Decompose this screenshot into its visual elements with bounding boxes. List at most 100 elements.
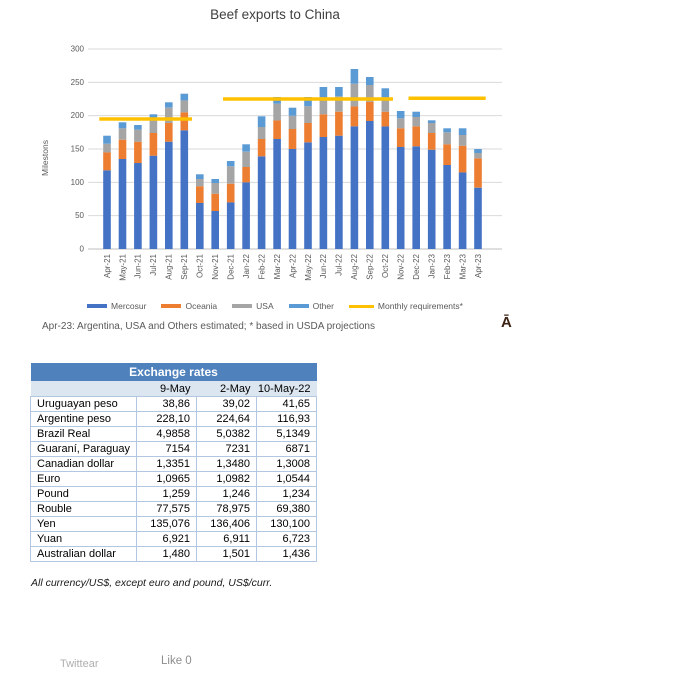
rate-value: 1,436	[257, 547, 317, 562]
bar-segment-other	[335, 87, 343, 96]
x-tick-label: Aug-22	[350, 253, 359, 279]
bar-segment-usa	[196, 179, 204, 186]
currency-label: Uruguayan peso	[31, 397, 137, 412]
y-tick-label: 0	[80, 245, 85, 254]
bar-segment-other	[474, 149, 482, 153]
bar-segment-mercosur	[196, 203, 204, 249]
currency-label: Yuan	[31, 532, 137, 547]
bar-segment-mercosur	[320, 137, 328, 249]
bar-segment-oceania	[119, 140, 127, 159]
x-tick-label: Jan-23	[428, 253, 437, 278]
bar-segment-usa	[397, 118, 405, 128]
rate-value: 130,100	[257, 517, 317, 532]
rate-value: 1,259	[137, 487, 197, 502]
bar-segment-oceania	[382, 112, 390, 127]
rate-value: 5,1349	[257, 427, 317, 442]
bar-segment-mercosur	[366, 121, 374, 249]
bar-segment-mercosur	[165, 142, 173, 249]
bar-segment-mercosur	[134, 163, 142, 249]
x-tick-label: Dec-21	[227, 253, 236, 279]
legend-item-other: Other	[289, 301, 334, 311]
x-tick-label: Jan-22	[242, 253, 251, 278]
x-tick-label: Jul-22	[335, 253, 344, 275]
bar-segment-usa	[459, 135, 467, 146]
bar-segment-oceania	[165, 123, 173, 142]
bar-segment-other	[289, 108, 297, 116]
bar-segment-oceania	[103, 152, 111, 170]
bar-segment-other	[412, 112, 420, 117]
bar-segment-oceania	[412, 126, 420, 146]
bar-segment-other	[397, 111, 405, 118]
bar-segment-other	[242, 144, 250, 151]
like-button[interactable]: Like 0	[161, 655, 192, 667]
legend-item-usa: USA	[232, 301, 273, 311]
rate-value: 116,93	[257, 412, 317, 427]
bar-segment-usa	[258, 127, 266, 139]
column-header: 9-May	[137, 381, 197, 397]
bar-segment-other	[103, 136, 111, 144]
rate-value: 224,64	[197, 412, 257, 427]
bar-segment-oceania	[304, 123, 312, 142]
rate-value: 1,3480	[197, 457, 257, 472]
legend-color-swatch	[232, 304, 252, 308]
column-header: 2-May	[197, 381, 257, 397]
y-tick-label: 250	[71, 78, 85, 87]
bar-segment-mercosur	[227, 202, 235, 249]
rate-value: 1,480	[137, 547, 197, 562]
bar-segment-oceania	[351, 106, 359, 126]
rate-value: 1,0965	[137, 472, 197, 487]
bar-segment-mercosur	[181, 130, 189, 249]
legend-item-oceania: Oceania	[161, 301, 217, 311]
bar-segment-other	[382, 88, 390, 97]
bar-segment-other	[366, 77, 374, 85]
bar-segment-oceania	[459, 146, 467, 173]
legend-item-mercosur: Mercosur	[87, 301, 146, 311]
rate-value: 6,723	[257, 532, 317, 547]
table-title-row: Exchange rates	[31, 363, 317, 381]
bar-segment-usa	[150, 120, 158, 133]
x-tick-label: Aug-21	[165, 253, 174, 279]
x-tick-label: Jun-21	[134, 253, 143, 278]
legend-label: Other	[313, 301, 334, 311]
x-tick-label: Apr-22	[288, 253, 297, 278]
bar-segment-mercosur	[289, 149, 297, 249]
rate-value: 6871	[257, 442, 317, 457]
table-row: Rouble77,57578,97569,380	[31, 502, 317, 517]
rate-value: 38,86	[137, 397, 197, 412]
bar-segment-other	[320, 87, 328, 97]
legend-label: Mercosur	[111, 301, 146, 311]
bar-segment-other	[443, 128, 451, 132]
y-tick-label: 150	[71, 145, 85, 154]
x-tick-label: Nov-22	[397, 253, 406, 279]
x-tick-label: Dec-22	[412, 253, 421, 279]
bar-segment-oceania	[397, 128, 405, 147]
currency-label: Brazil Real	[31, 427, 137, 442]
rate-value: 5,0382	[197, 427, 257, 442]
rate-value: 7154	[137, 442, 197, 457]
legend-color-swatch	[161, 304, 181, 308]
chart-title: Beef exports to China	[40, 7, 510, 22]
bar-segment-other	[134, 125, 142, 130]
bar-segment-oceania	[443, 144, 451, 165]
bar-segment-usa	[119, 128, 127, 139]
x-tick-label: Nov-21	[211, 253, 220, 279]
bar-segment-other	[459, 128, 467, 135]
bar-segment-mercosur	[258, 156, 266, 249]
bar-segment-oceania	[273, 120, 281, 139]
bar-segment-mercosur	[397, 147, 405, 249]
bar-segment-oceania	[242, 167, 250, 182]
currency-label: Australian dollar	[31, 547, 137, 562]
x-tick-label: Jul-21	[149, 253, 158, 275]
rate-value: 41,65	[257, 397, 317, 412]
currency-label: Canadian dollar	[31, 457, 137, 472]
bar-segment-oceania	[289, 129, 297, 149]
table-row: Pound1,2591,2461,234	[31, 487, 317, 502]
chart-legend: MercosurOceaniaUSAOtherMonthly requireme…	[36, 301, 514, 311]
bar-segment-oceania	[211, 194, 219, 211]
currency-label: Rouble	[31, 502, 137, 517]
tweet-button[interactable]: Twittear	[60, 658, 99, 670]
table-note: All currency/US$, except euro and pound,…	[31, 577, 272, 589]
bar-segment-other	[351, 69, 359, 84]
bar-segment-usa	[134, 130, 142, 142]
bar-segment-usa	[181, 100, 189, 112]
